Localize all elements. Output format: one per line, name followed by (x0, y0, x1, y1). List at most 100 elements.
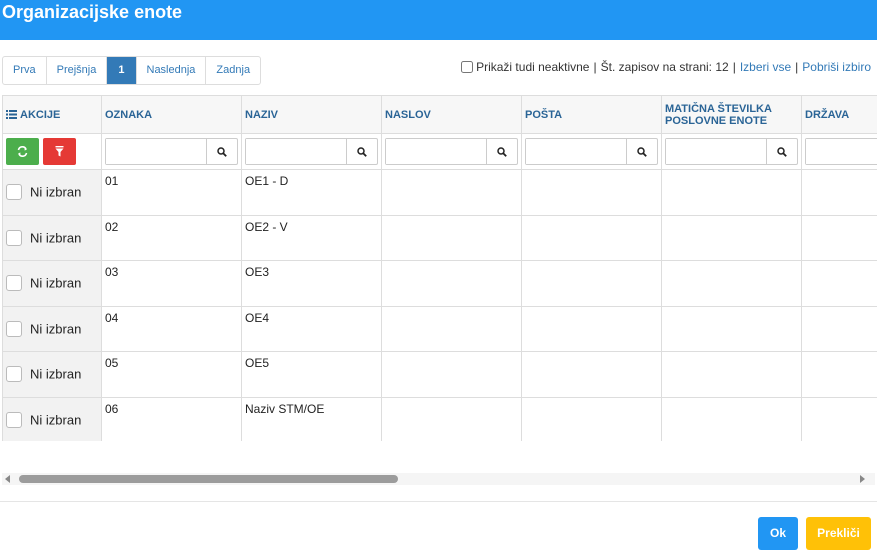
col-header-naziv[interactable]: NAZIV (241, 95, 382, 134)
filter-cell-maticna (661, 133, 802, 170)
row-checkbox[interactable] (6, 366, 22, 383)
row-checkbox[interactable] (6, 320, 22, 337)
cell-maticna (661, 214, 802, 261)
cell-naslov (381, 260, 522, 307)
cell-maticna (661, 260, 802, 307)
filter-row (2, 133, 877, 170)
pager-next[interactable]: Naslednja (135, 57, 206, 84)
col-header-naslov[interactable]: NASLOV (381, 95, 522, 134)
row-select-label: Ni izbran (30, 184, 82, 200)
filter-icon (55, 146, 64, 157)
dialog-header: Organizacijske enote (0, 0, 877, 40)
table-row[interactable]: Ni izbran 06 Naziv STM/OE (2, 396, 877, 441)
search-button[interactable] (206, 139, 237, 164)
col-header-maticna-stevilka[interactable]: MATIČNA ŠTEVILKA POSLOVNE ENOTE (661, 95, 802, 134)
cell-naziv: OE2 - V (241, 214, 382, 261)
scroll-right-arrow-icon[interactable] (860, 475, 865, 483)
footer-divider (0, 501, 877, 502)
scroll-left-arrow-icon[interactable] (5, 475, 10, 483)
row-select-label: Ni izbran (30, 366, 82, 382)
search-button[interactable] (346, 139, 377, 164)
search-button[interactable] (486, 139, 517, 164)
clear-filter-button[interactable] (43, 138, 76, 165)
dialog-title: Organizacijske enote (2, 2, 183, 22)
cell-maticna (661, 305, 802, 352)
row-select-cell[interactable]: Ni izbran (2, 169, 102, 216)
search-button[interactable] (766, 139, 797, 164)
cell-drzava (801, 305, 877, 352)
list-icon (6, 109, 17, 119)
pagination: Prva Prejšnja 1 Naslednja Zadnja (2, 56, 262, 85)
row-select-cell[interactable]: Ni izbran (2, 214, 102, 261)
filter-cell-naslov (381, 133, 522, 170)
cell-oznaka: 01 (101, 169, 242, 216)
row-select-cell[interactable]: Ni izbran (2, 396, 102, 441)
separator: | (795, 60, 799, 74)
row-select-cell[interactable]: Ni izbran (2, 305, 102, 352)
pager-last[interactable]: Zadnja (205, 57, 260, 84)
row-checkbox[interactable] (6, 411, 22, 428)
filter-cell-drzava (801, 133, 877, 170)
table-row[interactable]: Ni izbran 05 OE5 (2, 351, 877, 398)
search-button[interactable] (626, 139, 657, 164)
cancel-button[interactable]: Prekliči (806, 517, 871, 550)
col-header-oznaka[interactable]: OZNAKA (101, 95, 242, 134)
row-checkbox[interactable] (6, 184, 22, 201)
select-all-link[interactable]: Izberi vse (740, 60, 791, 74)
col-header-drzava[interactable]: DRŽAVA (801, 95, 877, 134)
horizontal-scrollbar[interactable] (2, 473, 875, 485)
table-row[interactable]: Ni izbran 03 OE3 (2, 260, 877, 307)
cell-posta (521, 351, 662, 398)
show-inactive-checkbox[interactable] (461, 61, 474, 73)
pager-current-page[interactable]: 1 (106, 57, 136, 84)
cell-naslov (381, 169, 522, 216)
table-row[interactable]: Ni izbran 02 OE2 - V (2, 214, 877, 261)
search-icon (217, 146, 227, 157)
cell-naziv: OE4 (241, 305, 382, 352)
cell-posta (521, 260, 662, 307)
table-row[interactable]: Ni izbran 04 OE4 (2, 305, 877, 352)
cell-oznaka: 06 (101, 396, 242, 441)
cell-naslov (381, 396, 522, 441)
refresh-icon (17, 146, 28, 157)
cell-oznaka: 05 (101, 351, 242, 398)
cell-naziv: Naziv STM/OE (241, 396, 382, 441)
filter-input-drzava[interactable] (806, 139, 877, 164)
show-inactive-label: Prikaži tudi neaktivne (476, 60, 590, 74)
row-select-label: Ni izbran (30, 321, 82, 337)
pager-prev[interactable]: Prejšnja (45, 57, 107, 84)
search-icon (497, 146, 507, 157)
row-select-label: Ni izbran (30, 230, 82, 246)
cell-posta (521, 396, 662, 441)
row-select-cell[interactable]: Ni izbran (2, 260, 102, 307)
cell-maticna (661, 169, 802, 216)
cell-naslov (381, 214, 522, 261)
col-header-posta[interactable]: POŠTA (521, 95, 662, 134)
filter-input-posta[interactable] (526, 139, 626, 164)
filter-input-naziv[interactable] (246, 139, 346, 164)
header-row: AKCIJE OZNAKA NAZIV NASLOV POŠTA MATIČNA… (2, 95, 877, 134)
cell-drzava (801, 214, 877, 261)
cell-oznaka: 04 (101, 305, 242, 352)
table-row[interactable]: Ni izbran 01 OE1 - D (2, 169, 877, 216)
cell-maticna (661, 396, 802, 441)
separator: | (593, 60, 597, 74)
pager-first[interactable]: Prva (3, 57, 46, 84)
clear-selection-link[interactable]: Pobriši izbiro (802, 60, 871, 74)
ok-button[interactable]: Ok (758, 517, 798, 550)
filter-input-maticna[interactable] (666, 139, 766, 164)
data-grid: AKCIJE OZNAKA NAZIV NASLOV POŠTA MATIČNA… (2, 95, 877, 441)
row-checkbox[interactable] (6, 275, 22, 292)
cell-naziv: OE5 (241, 351, 382, 398)
search-icon (637, 146, 647, 157)
cell-maticna (661, 351, 802, 398)
row-checkbox[interactable] (6, 229, 22, 246)
separator: | (732, 60, 736, 74)
filter-input-naslov[interactable] (386, 139, 486, 164)
search-icon (357, 146, 367, 157)
refresh-button[interactable] (6, 138, 39, 165)
scrollbar-thumb[interactable] (19, 475, 398, 483)
filter-cell-oznaka (101, 133, 242, 170)
filter-input-oznaka[interactable] (106, 139, 206, 164)
row-select-cell[interactable]: Ni izbran (2, 351, 102, 398)
